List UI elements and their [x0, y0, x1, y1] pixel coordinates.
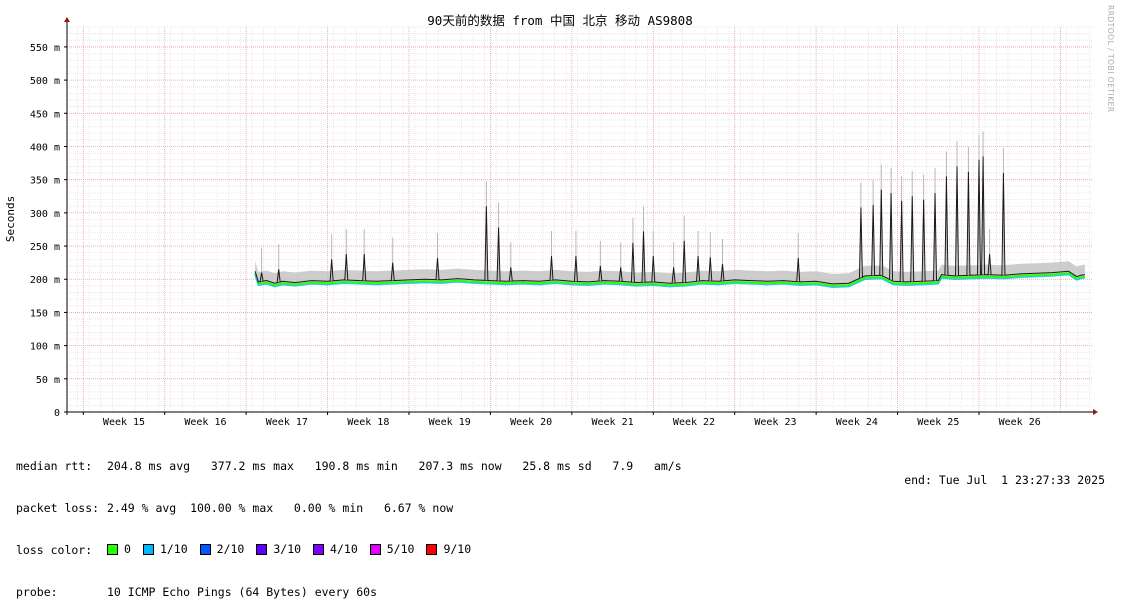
- loss-color-swatch: [107, 543, 118, 555]
- loss-color-swatch: [199, 543, 211, 555]
- x-tick-label: Week 21: [591, 417, 633, 428]
- loss-color-row: loss color: 0 1/10 2/10 3/10 4/10 5/10 9/10: [16, 542, 682, 558]
- loss-color-item: 3/10: [256, 542, 301, 556]
- loss-color-label: 9/10: [443, 542, 472, 557]
- x-tick-label: Week 15: [103, 417, 145, 428]
- packet-loss-row: packet loss: 2.49 % avg 100.00 % max 0.00…: [16, 501, 682, 515]
- x-tick-label: Week 24: [836, 417, 878, 428]
- loss-color-item: 5/10: [369, 542, 415, 557]
- median-rtt-value: 204.8 ms avg 377.2 ms max 190.8 ms min 2…: [107, 459, 682, 473]
- chart-title: 90天前的数据 from 中国 北京 移动 AS9808: [427, 13, 692, 28]
- y-tick-label: 200 m: [30, 275, 60, 286]
- loss-color-label: 5/10: [386, 542, 415, 557]
- x-tick-label: Week 16: [184, 417, 226, 428]
- loss-color-label: 0: [124, 542, 131, 557]
- y-tick-label: 300 m: [30, 209, 60, 220]
- y-tick-label: 0: [54, 408, 60, 419]
- y-tick-label: 550 m: [30, 43, 60, 54]
- chart-axes: 0 50 m 100 m 150 m 200 m 250 m 300 m 350 m 400 m…: [30, 17, 1098, 428]
- y-tick-label: 250 m: [30, 242, 60, 253]
- chart-grid: [67, 26, 1093, 412]
- loss-color-swatch: [142, 543, 154, 555]
- x-tick-label: Week 26: [999, 417, 1041, 428]
- y-axis-arrow: [64, 17, 70, 22]
- y-axis-label: Seconds: [4, 196, 17, 242]
- loss-color-label: 4/10: [330, 542, 358, 557]
- probe-value: 10 ICMP Echo Pings (64 Bytes) every 60s: [107, 585, 378, 599]
- y-tick-label: 150 m: [30, 308, 60, 319]
- loss-color-item: 4/10: [313, 542, 358, 556]
- x-tick-label: Week 18: [347, 417, 389, 428]
- x-tick-label: Week 25: [917, 417, 959, 428]
- loss-color-label: 1/10: [159, 542, 188, 557]
- loss-color-swatch: [426, 543, 438, 555]
- loss-color-label: 3/10: [273, 542, 302, 557]
- x-tick-label: Week 20: [510, 417, 552, 428]
- chart-legend: median rtt: 204.8 ms avg 377.2 ms max 190…: [16, 431, 682, 613]
- loss-color-item: 2/10: [199, 542, 245, 557]
- packet-loss-key: packet loss:: [16, 501, 100, 515]
- rrdtool-watermark: RRDTOOL / TOBI OETIKER: [1106, 5, 1115, 113]
- y-tick-label: 500 m: [30, 76, 60, 87]
- y-tick-label: 50 m: [36, 375, 60, 386]
- loss-color-item: 0: [107, 542, 131, 556]
- x-tick-label: Week 17: [266, 417, 308, 428]
- x-axis-arrow: [1093, 409, 1098, 415]
- x-tick-label: Week 19: [429, 417, 471, 428]
- x-tick-label: Week 22: [673, 417, 715, 428]
- end-timestamp: end: Tue Jul 1 23:27:33 2025: [904, 473, 1105, 487]
- chart-plot-area: [254, 131, 1086, 288]
- loss-color-swatch: [256, 543, 268, 555]
- loss-color-swatch: [313, 543, 325, 555]
- packet-loss-value: 2.49 % avg 100.00 % max 0.00 % min 6.67 …: [107, 501, 454, 515]
- loss-color-item: 1/10: [142, 542, 188, 557]
- probe-row: probe: 10 ICMP Echo Pings (64 Bytes) ever…: [16, 585, 682, 599]
- probe-key: probe:: [16, 585, 58, 599]
- x-tick-label: Week 23: [754, 417, 796, 428]
- loss-color-swatch: [369, 543, 381, 555]
- latency-chart: 0 50 m 100 m 150 m 200 m 250 m 300 m 350 m 400 m…: [4, 13, 1098, 428]
- loss-color-item: 9/10: [426, 542, 471, 556]
- y-tick-label: 350 m: [30, 176, 60, 187]
- y-tick-label: 100 m: [30, 342, 60, 353]
- y-tick-label: 400 m: [30, 142, 60, 153]
- y-tick-label: 450 m: [30, 109, 60, 120]
- loss-color-key: loss color:: [16, 543, 93, 557]
- median-rtt-row: median rtt: 204.8 ms avg 377.2 ms max 190…: [16, 459, 682, 473]
- median-rtt-key: median rtt:: [16, 459, 93, 473]
- loss-color-swatches: 0 1/10 2/10 3/10 4/10 5/10 9/10: [107, 542, 483, 558]
- loss-color-label: 2/10: [216, 542, 245, 557]
